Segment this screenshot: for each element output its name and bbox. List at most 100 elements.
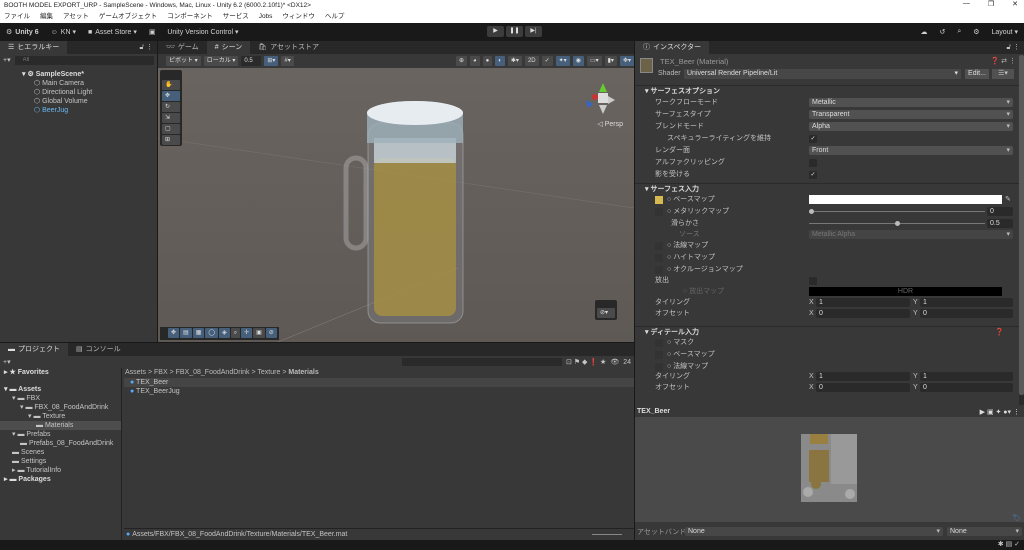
breadcrumb-item[interactable]: Materials: [288, 369, 318, 376]
base-color-swatch[interactable]: [809, 195, 1002, 204]
hierarchy-item[interactable]: ⬡ BeerJug: [0, 106, 157, 115]
render-mode-icon[interactable]: ◐: [495, 56, 505, 66]
smoothness-field[interactable]: 0.5: [987, 219, 1013, 228]
asset-bundle-dropdown[interactable]: None: [685, 527, 943, 536]
tree-item[interactable]: ▬ Materials: [0, 421, 121, 430]
rotate-tool-icon[interactable]: ↻: [162, 102, 180, 112]
maximize-button[interactable]: ❐: [988, 0, 994, 8]
close-button[interactable]: ✕: [1012, 0, 1018, 8]
offset-x-field[interactable]: 0: [816, 309, 910, 318]
scene-viewport[interactable]: ✋ ✥ ↻ ⇲ ▢ ⊞ ◁ Persp ⊘▾ ✥ ▤ ▦ ◯ ◈ ⌕ ✛ ▣ ⊘: [157, 68, 635, 343]
menu-item[interactable]: ファイル: [4, 11, 30, 23]
breadcrumb-item[interactable]: Assets: [125, 369, 146, 376]
2d-toggle-icon[interactable]: 2D: [524, 56, 539, 66]
tree-item[interactable]: ▬ Settings: [0, 457, 121, 466]
tiling-y-field[interactable]: 1: [920, 298, 1013, 307]
offset-y-field[interactable]: 0: [920, 383, 1013, 392]
metallic-slider[interactable]: [809, 209, 985, 214]
grid-snap-icon[interactable]: ⊞▾: [264, 56, 279, 66]
project-search-input[interactable]: [402, 358, 563, 366]
menu-item[interactable]: ウィンドウ: [282, 11, 315, 23]
move-tool-icon[interactable]: ✥: [162, 91, 180, 101]
asset-store-button[interactable]: ■ Asset Store ▾: [82, 23, 143, 41]
asset-variant-dropdown[interactable]: None: [947, 527, 1022, 536]
section-surface-options[interactable]: ▾ サーフェスオプション: [635, 85, 1024, 96]
version-control-button[interactable]: ▣ Unity Version Control ▾: [143, 23, 245, 41]
hierarchy-item[interactable]: ⬡ Main Camera: [0, 79, 157, 88]
hierarchy-item[interactable]: ⬡ Directional Light: [0, 88, 157, 97]
slider-knob[interactable]: [894, 221, 900, 226]
asset-item[interactable]: ● TEX_Beer: [124, 378, 634, 387]
section-detail-inputs[interactable]: ▾ ディテール入力 ❓: [635, 326, 1024, 337]
overlay-menu-button[interactable]: ⊘▾: [595, 300, 617, 320]
option-dropdown[interactable]: Metallic: [809, 98, 1013, 107]
tree-item[interactable]: ▾ ▬ Texture: [0, 412, 121, 421]
smoothness-slider[interactable]: [809, 221, 985, 226]
tab-asset-store[interactable]: 🛍︎ アセットストア: [250, 41, 327, 54]
shader-dropdown[interactable]: Universal Render Pipeline/Lit ▾: [684, 69, 961, 79]
lock-icon[interactable]: 🔓︎ ⋮: [1007, 41, 1024, 54]
history-icon[interactable]: ↺: [933, 23, 951, 41]
height-map-slot[interactable]: [655, 254, 663, 262]
breadcrumb-item[interactable]: Texture: [257, 369, 280, 376]
emission-checkbox[interactable]: [809, 277, 817, 285]
tab-scene[interactable]: # シーン: [206, 41, 251, 54]
header-icons[interactable]: ❓ ⇄ ⋮: [991, 57, 1016, 65]
offset-y-field[interactable]: 0: [920, 309, 1013, 318]
overlay-cross-icon[interactable]: ✛: [241, 328, 253, 338]
tree-item[interactable]: ▬ Prefabs_08_FoodAndDrink: [0, 439, 121, 448]
overlay-compass-icon[interactable]: ⊘: [265, 328, 277, 338]
menu-item[interactable]: アセット: [63, 11, 89, 23]
shaded-icon[interactable]: ●: [482, 56, 493, 66]
tab-console[interactable]: ▤ コンソール: [68, 343, 129, 356]
menu-item[interactable]: ゲームオブジェクト: [99, 11, 157, 23]
search-icon[interactable]: ⌕: [951, 23, 967, 41]
local-dropdown[interactable]: ローカル ▾: [203, 56, 239, 66]
visibility-icon[interactable]: ◉: [572, 56, 584, 66]
tree-item[interactable]: ▾ ▬ Assets: [0, 385, 121, 394]
settings-icon[interactable]: ⚙: [967, 23, 985, 41]
tree-item[interactable]: ▬ Scenes: [0, 448, 121, 457]
tiling-x-field[interactable]: 1: [816, 372, 910, 381]
layout-dropdown[interactable]: Layout ▾: [986, 23, 1024, 41]
tree-item[interactable]: ▾ ▬ FBX_08_FoodAndDrink: [0, 403, 121, 412]
breadcrumb-item[interactable]: FBX: [154, 369, 168, 376]
persp-label[interactable]: ◁ Persp: [583, 120, 623, 128]
increment-snap-icon[interactable]: #▾: [281, 56, 294, 66]
orientation-icon[interactable]: ✥▾: [619, 56, 634, 66]
account-button[interactable]: ☺ KN ▾: [45, 23, 82, 41]
option-dropdown[interactable]: Transparent: [809, 110, 1013, 119]
transform-tool-icon[interactable]: ⊞: [162, 135, 180, 145]
option-dropdown[interactable]: Front: [809, 146, 1013, 155]
status-icons[interactable]: ✱ ▤ ✓: [998, 541, 1020, 548]
hierarchy-item[interactable]: ▾ ⚙ SampleScene*: [0, 70, 157, 79]
overlay-camera-icon[interactable]: ▣: [253, 328, 265, 338]
option-dropdown[interactable]: Alpha: [809, 122, 1013, 131]
play-button[interactable]: ▶: [487, 26, 504, 37]
hierarchy-search-input[interactable]: [14, 55, 154, 65]
option-checkbox[interactable]: ✓: [809, 135, 817, 143]
tree-item[interactable]: ▾ ▬ Prefabs: [0, 430, 121, 439]
pivot-dropdown[interactable]: ピボット ▾: [166, 56, 201, 66]
unity-menu-button[interactable]: ⚙ Unity 6: [0, 23, 45, 41]
base-map-texture-slot[interactable]: [655, 196, 663, 204]
metallic-texture-slot[interactable]: [655, 208, 663, 216]
menu-item[interactable]: ヘルプ: [325, 11, 345, 23]
overlay-search-icon[interactable]: ⌕: [230, 328, 241, 338]
normal-map-slot[interactable]: [655, 242, 663, 250]
label-icon[interactable]: 🏷︎: [1012, 514, 1021, 522]
shaded-wire-icon[interactable]: ◕: [470, 56, 480, 66]
pause-button[interactable]: ❚❚: [506, 26, 523, 37]
menu-item[interactable]: コンポーネント: [167, 11, 213, 23]
tiling-y-field[interactable]: 1: [920, 372, 1013, 381]
preview-controls[interactable]: ▶ ▣ ✦ ●▾ ⋮: [980, 408, 1024, 416]
asset-item[interactable]: ● TEX_BeerJug: [124, 387, 634, 396]
hand-tool-icon[interactable]: ✋: [162, 80, 180, 90]
scale-tool-icon[interactable]: ⇲: [162, 113, 180, 123]
search-filter-icons[interactable]: ⊡ ⚑ ◆ ❗ ★: [566, 358, 606, 366]
option-checkbox[interactable]: [809, 159, 817, 167]
effects-icon[interactable]: ✦▾: [555, 56, 570, 66]
emission-color[interactable]: HDR: [809, 287, 1002, 296]
overlay-layers-icon[interactable]: ◈: [219, 328, 230, 338]
zoom-slider[interactable]: [592, 534, 622, 535]
